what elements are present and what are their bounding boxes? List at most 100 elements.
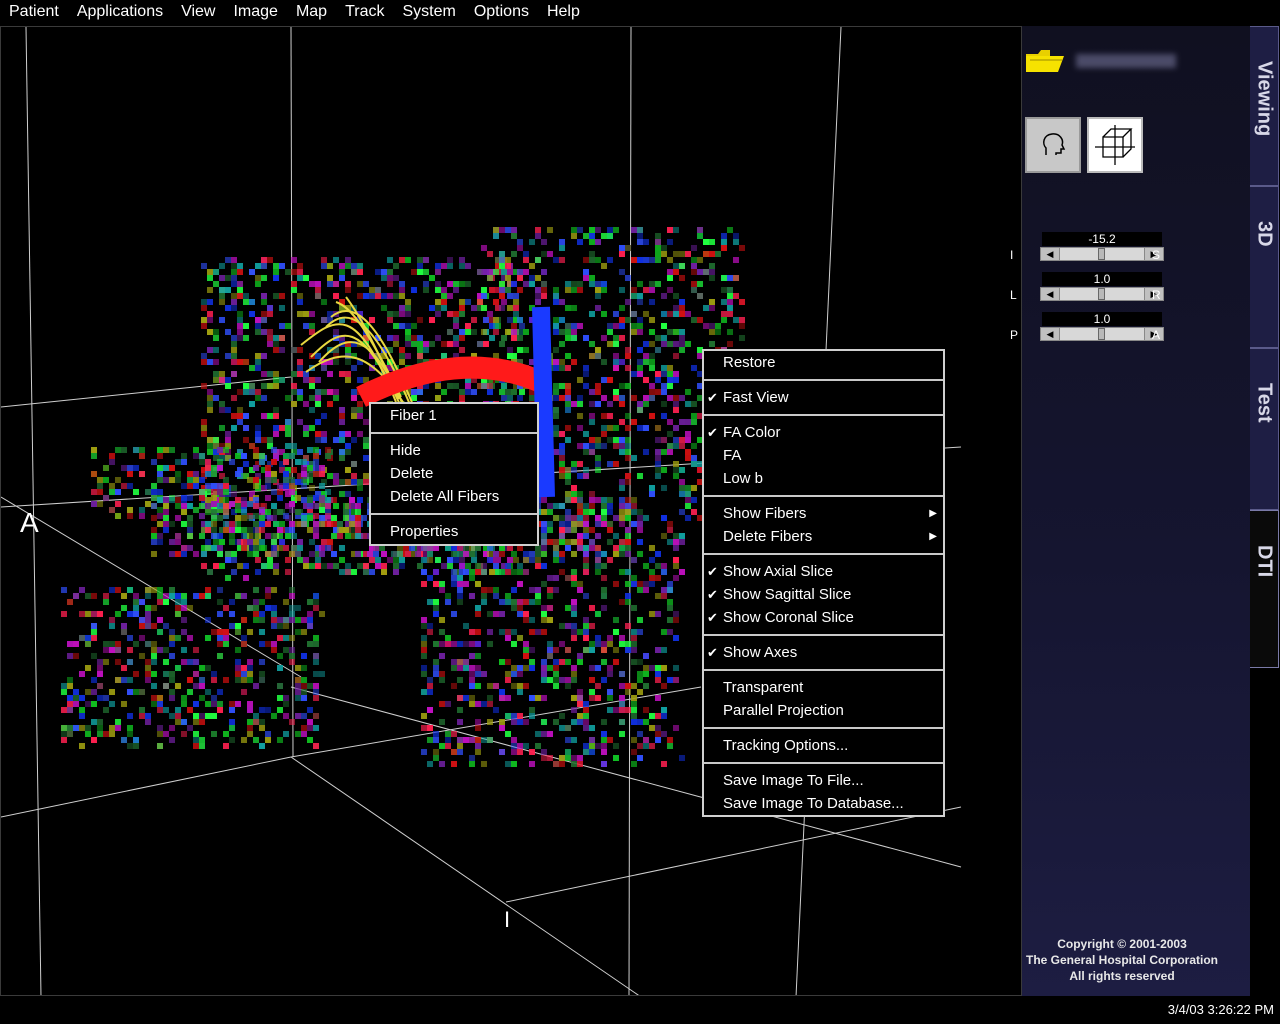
slider-value: 1.0: [1042, 272, 1162, 286]
tab-label: Viewing: [1253, 61, 1276, 137]
menu-item-delete[interactable]: Delete: [371, 462, 537, 485]
menu-bar: Patient Applications View Image Map Trac…: [0, 0, 1280, 24]
menu-system[interactable]: System: [393, 3, 464, 21]
slider-right-label: A: [1152, 328, 1161, 342]
menu-item-fast-view[interactable]: ✔ Fast View: [704, 386, 943, 409]
folder-icon[interactable]: [1024, 48, 1066, 74]
checkmark-icon: ✔: [707, 564, 718, 579]
control-panel: -15.2 I ◀ ▶ S 1.0 L ◀ ▶ R 1.0 P ◀ ▶ A Co…: [1010, 26, 1250, 996]
menu-item-label: FA: [723, 447, 742, 464]
slider-right-label: S: [1152, 248, 1161, 262]
tab-test[interactable]: Test: [1250, 348, 1279, 510]
menu-item-label: Show Coronal Slice: [723, 609, 854, 626]
menu-image[interactable]: Image: [224, 3, 286, 21]
submenu-arrow-icon: ▶: [929, 531, 937, 542]
slider-track[interactable]: ◀ ▶: [1040, 287, 1164, 301]
menu-item-label: Show Axes: [723, 644, 798, 661]
menu-item-transparent[interactable]: Transparent: [704, 676, 943, 699]
menu-item-fiber-title[interactable]: Fiber 1: [371, 404, 537, 427]
checkmark-icon: ✔: [707, 425, 718, 440]
menu-options[interactable]: Options: [465, 3, 538, 21]
checkmark-icon: ✔: [707, 587, 718, 602]
menu-item-label: Delete: [390, 465, 434, 482]
submenu-arrow-icon: ▶: [929, 508, 937, 519]
inferior-axis-label: I: [504, 907, 511, 932]
tract-blue: [532, 306, 555, 498]
slider-pa: 1.0 P ◀ ▶ A: [1010, 312, 1182, 352]
menu-separator: [704, 669, 943, 671]
menu-item-delete-fibers[interactable]: Delete Fibers ▶: [704, 525, 943, 548]
copyright-line: Copyright © 2001-2003: [1057, 937, 1187, 951]
tab-label: Test: [1253, 383, 1276, 423]
menu-separator: [371, 513, 537, 515]
menu-item-label: Show Axial Slice: [723, 563, 834, 580]
slider-lr: 1.0 L ◀ ▶ R: [1010, 272, 1182, 312]
menu-item-label: Show Sagittal Slice: [723, 586, 852, 603]
menu-item-properties[interactable]: Properties: [371, 520, 537, 543]
checkmark-icon: ✔: [707, 645, 718, 660]
menu-separator: [704, 727, 943, 729]
menu-item-label: Restore: [723, 354, 776, 371]
menu-separator: [704, 414, 943, 416]
axes-view-button[interactable]: [1087, 117, 1143, 173]
menu-separator: [704, 634, 943, 636]
patient-name-redacted: [1076, 54, 1176, 68]
slider-thumb[interactable]: [1097, 248, 1105, 260]
fiber-context-menu: Fiber 1 Hide Delete Delete All Fibers Pr…: [369, 402, 539, 546]
menu-item-restore[interactable]: Restore: [704, 351, 943, 374]
menu-track[interactable]: Track: [336, 3, 393, 21]
menu-patient[interactable]: Patient: [0, 3, 68, 21]
menu-separator: [704, 495, 943, 497]
tab-3d[interactable]: 3D: [1250, 186, 1279, 348]
menu-item-label: Low b: [723, 470, 764, 487]
slider-decrement-button[interactable]: ◀: [1041, 248, 1060, 260]
head-icon: [1043, 133, 1066, 155]
menu-item-tracking-options[interactable]: Tracking Options...: [704, 734, 943, 757]
menu-view[interactable]: View: [172, 3, 224, 21]
anterior-axis-label: A: [20, 507, 39, 538]
menu-item-label: FA Color: [723, 424, 781, 441]
menu-item-show-axial-slice[interactable]: ✔ Show Axial Slice: [704, 560, 943, 583]
axes-cube-icon: [1095, 125, 1135, 165]
menu-item-label: Delete All Fibers: [390, 488, 500, 505]
menu-item-hide[interactable]: Hide: [371, 439, 537, 462]
menu-help[interactable]: Help: [538, 3, 589, 21]
slider-decrement-button[interactable]: ◀: [1041, 328, 1060, 340]
menu-item-show-sagittal-slice[interactable]: ✔ Show Sagittal Slice: [704, 583, 943, 606]
status-datetime: 3/4/03 3:26:22 PM: [1167, 1002, 1274, 1017]
menu-item-show-coronal-slice[interactable]: ✔ Show Coronal Slice: [704, 606, 943, 629]
menu-map[interactable]: Map: [287, 3, 336, 21]
menu-item-delete-all-fibers[interactable]: Delete All Fibers: [371, 485, 537, 508]
menu-item-label: Show Fibers: [723, 505, 807, 522]
menu-item-show-axes[interactable]: ✔ Show Axes: [704, 641, 943, 664]
menu-item-low-b[interactable]: Low b: [704, 467, 943, 490]
patient-info: [1024, 48, 1176, 74]
vertical-tab-strip: Viewing 3D Test DTI: [1250, 26, 1280, 996]
slider-track[interactable]: ◀ ▶: [1040, 247, 1164, 261]
menu-item-label: Parallel Projection: [723, 702, 844, 719]
menu-separator: [704, 762, 943, 764]
menu-item-parallel-projection[interactable]: Parallel Projection: [704, 699, 943, 722]
slider-value: -15.2: [1042, 232, 1162, 246]
slider-value: 1.0: [1042, 312, 1162, 326]
view-context-menu: Restore ✔ Fast View ✔ FA Color FA Low b Sh…: [702, 349, 945, 817]
menu-item-label: Save Image To Database...: [723, 795, 904, 812]
menu-separator: [704, 379, 943, 381]
menu-applications[interactable]: Applications: [68, 3, 172, 21]
slider-decrement-button[interactable]: ◀: [1041, 288, 1060, 300]
checkmark-icon: ✔: [707, 390, 718, 405]
menu-item-save-image-to-database[interactable]: Save Image To Database...: [704, 792, 943, 815]
menu-item-fa[interactable]: FA: [704, 444, 943, 467]
head-view-button[interactable]: [1025, 117, 1081, 173]
tab-label: 3D: [1253, 221, 1276, 247]
menu-item-fa-color[interactable]: ✔ FA Color: [704, 421, 943, 444]
slider-track[interactable]: ◀ ▶: [1040, 327, 1164, 341]
tab-viewing[interactable]: Viewing: [1250, 26, 1279, 186]
menu-item-show-fibers[interactable]: Show Fibers ▶: [704, 502, 943, 525]
slider-thumb[interactable]: [1097, 288, 1105, 300]
slider-thumb[interactable]: [1097, 328, 1105, 340]
menu-item-save-image-to-file[interactable]: Save Image To File...: [704, 769, 943, 792]
menu-item-label: Fast View: [723, 389, 789, 406]
tab-dti[interactable]: DTI: [1250, 510, 1279, 668]
menu-item-label: Transparent: [723, 679, 804, 696]
